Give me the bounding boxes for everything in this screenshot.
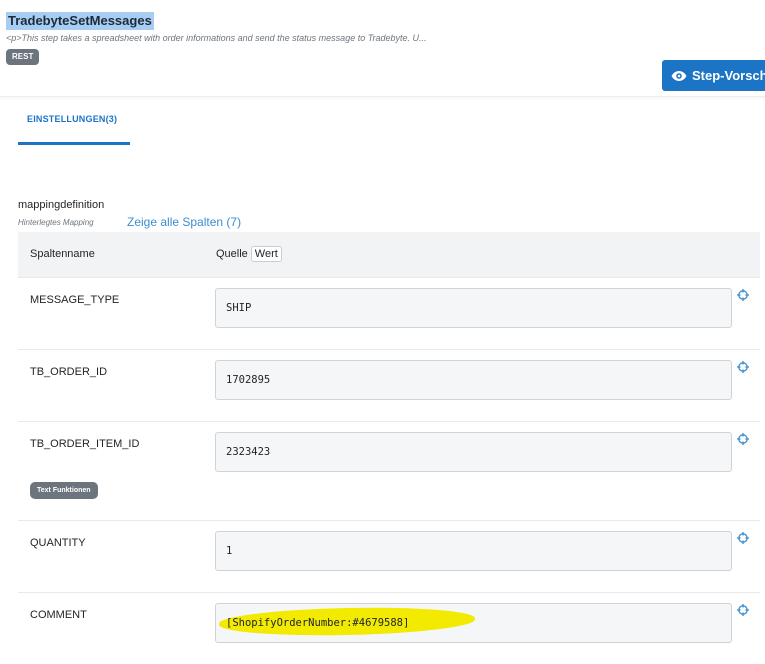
- crosshair-icon[interactable]: [737, 532, 749, 544]
- row-name: COMMENT: [30, 609, 87, 621]
- step-preview-button[interactable]: Step-Vorsch: [662, 60, 765, 91]
- row-name: MESSAGE_TYPE: [30, 294, 120, 306]
- row-value-field[interactable]: 2323423: [215, 432, 732, 472]
- column-header-name: Spaltenname: [30, 248, 95, 260]
- crosshair-icon[interactable]: [737, 604, 749, 616]
- crosshair-icon[interactable]: [737, 289, 749, 301]
- table-row: TB_ORDER_ID 1702895: [18, 349, 760, 421]
- table-row: TB_ORDER_ITEM_ID 2323423 Text Funktionen: [18, 421, 760, 521]
- step-preview-label: Step-Vorsch: [692, 68, 765, 83]
- row-name: TB_ORDER_ID: [30, 366, 108, 378]
- tab-einstellungen[interactable]: EINSTELLUNGEN(3): [18, 110, 130, 146]
- table-header: Spaltenname Quelle Wert: [18, 232, 760, 277]
- row-name: QUANTITY: [30, 537, 86, 549]
- step-header: TradebyteSetMessages <p>This step takes …: [0, 0, 765, 97]
- mapping-sublabel: Hinterlegtes Mapping: [18, 218, 94, 227]
- rest-badge: REST: [6, 49, 40, 65]
- table-row: MESSAGE_TYPE SHIP: [18, 277, 760, 349]
- row-value-field[interactable]: 1: [215, 531, 732, 571]
- tab-active-indicator: [18, 142, 130, 145]
- show-all-columns-link[interactable]: Zeige alle Spalten (7): [127, 215, 241, 229]
- step-title: TradebyteSetMessages: [6, 12, 154, 30]
- mapping-label: mappingdefinition: [18, 199, 105, 211]
- crosshair-icon[interactable]: [737, 433, 749, 445]
- text-functions-button[interactable]: Text Funktionen: [30, 482, 98, 499]
- tab-label: EINSTELLUNGEN(3): [27, 114, 118, 124]
- step-description: <p>This step takes a spreadsheet with or…: [6, 33, 427, 43]
- row-value-text: [ShopifyOrderNumber:#4679588]: [226, 617, 410, 629]
- row-value-field[interactable]: 1702895: [215, 360, 732, 400]
- value-toggle[interactable]: Wert: [250, 246, 282, 262]
- crosshair-icon[interactable]: [737, 361, 749, 373]
- eye-icon: [671, 70, 687, 81]
- row-value-field[interactable]: SHIP: [215, 288, 732, 328]
- source-label: Quelle: [216, 248, 248, 260]
- table-row: QUANTITY 1: [18, 520, 760, 592]
- row-value-field[interactable]: [ShopifyOrderNumber:#4679588]: [215, 603, 732, 643]
- column-header-source: Quelle Wert: [216, 246, 282, 262]
- table-row: COMMENT [ShopifyOrderNumber:#4679588]: [18, 592, 760, 664]
- row-name: TB_ORDER_ITEM_ID: [30, 438, 140, 450]
